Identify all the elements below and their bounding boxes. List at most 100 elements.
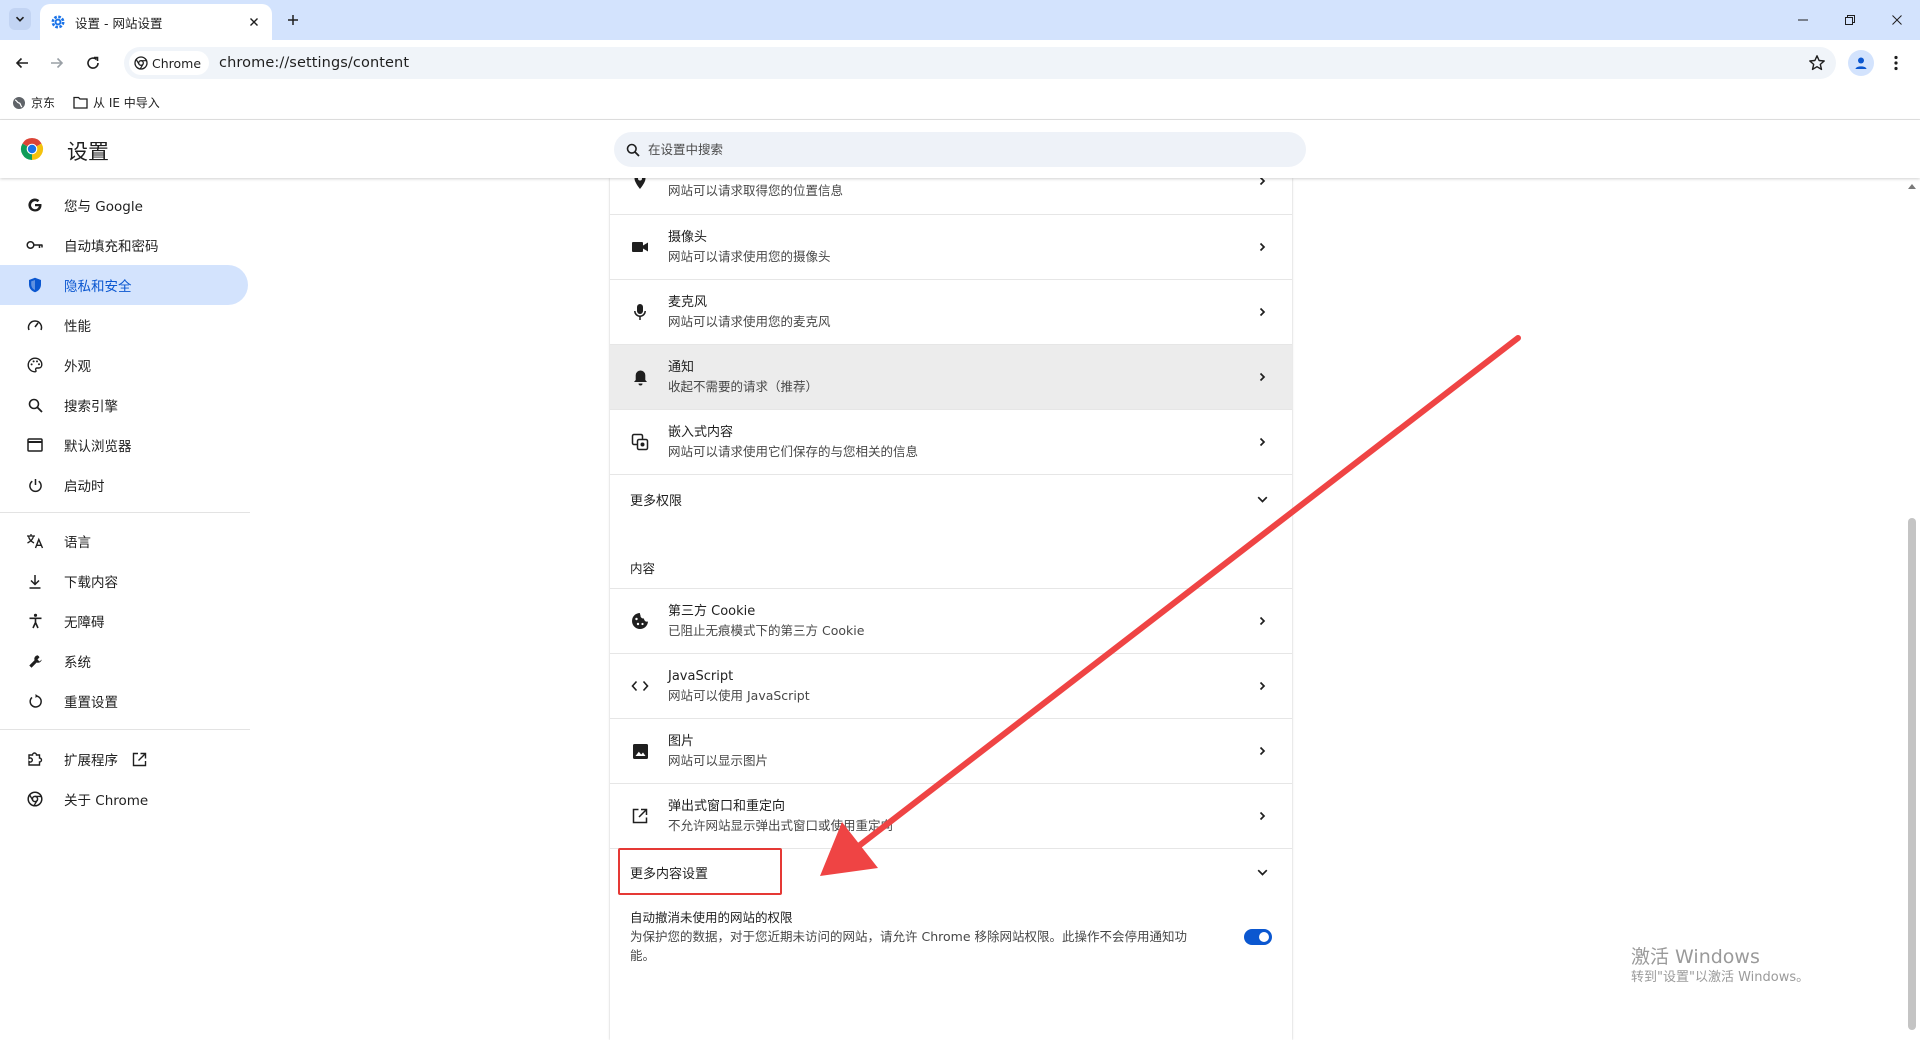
reload-button[interactable] xyxy=(81,51,105,75)
content-row-title: JavaScript xyxy=(668,669,734,684)
chrome-icon xyxy=(26,790,44,808)
content-row-desc: 已阻止无痕模式下的第三方 Cookie xyxy=(668,623,865,638)
bookmark-star-icon[interactable] xyxy=(1808,54,1826,72)
settings-search-input[interactable] xyxy=(648,142,1248,157)
sidebar-item-label: 搜索引擎 xyxy=(64,399,118,415)
permission-row-title: 嵌入式内容 xyxy=(668,425,734,440)
sidebar-item-label: 扩展程序 xyxy=(64,753,118,769)
auto-revoke-setting: 自动撤消未使用的网站的权限 为保护您的数据，对于您近期未访问的网站，请允许 Ch… xyxy=(630,908,1210,965)
more-vertical-icon xyxy=(1894,55,1898,71)
active-tab[interactable]: 设置 - 网站设置 xyxy=(40,4,272,40)
search-icon xyxy=(626,143,640,157)
close-window-button[interactable] xyxy=(1874,0,1920,40)
chevron-right-icon xyxy=(1254,239,1270,255)
content-row-title: 第三方 Cookie xyxy=(668,604,756,619)
permission-row-location[interactable]: 网站可以请求取得您的位置信息 xyxy=(610,178,1292,213)
sidebar-item-autofill[interactable]: 自动填充和密码 xyxy=(0,225,248,265)
sidebar-item-reset[interactable]: 重置设置 xyxy=(0,681,248,721)
tab-close-icon[interactable] xyxy=(246,14,262,30)
sidebar-item-label: 系统 xyxy=(64,655,91,671)
palette-icon xyxy=(26,356,44,374)
settings-search-box[interactable] xyxy=(614,132,1306,167)
auto-revoke-toggle[interactable] xyxy=(1244,929,1272,945)
camera-icon xyxy=(630,237,650,257)
content-row-popups[interactable]: 弹出式窗口和重定向 不允许网站显示弹出式窗口或使用重定向 xyxy=(610,783,1292,848)
sidebar-item-default-browser[interactable]: 默认浏览器 xyxy=(0,425,248,465)
sidebar-item-extensions[interactable]: 扩展程序 xyxy=(0,739,248,779)
tab-search-button[interactable] xyxy=(9,8,31,30)
auto-revoke-title: 自动撤消未使用的网站的权限 xyxy=(630,910,793,925)
permission-row-desc: 网站可以请求使用您的摄像头 xyxy=(668,249,831,264)
sidebar-item-about-chrome[interactable]: 关于 Chrome xyxy=(0,779,248,819)
permission-row-desc: 网站可以请求取得您的位置信息 xyxy=(668,182,844,198)
gear-icon xyxy=(50,14,66,30)
profile-avatar[interactable] xyxy=(1848,50,1874,76)
chrome-menu-button[interactable] xyxy=(1886,52,1906,74)
chevron-right-icon xyxy=(1254,613,1270,629)
sidebar-item-appearance[interactable]: 外观 xyxy=(0,345,248,385)
site-info-chip[interactable]: Chrome xyxy=(129,51,210,75)
tab-title: 设置 - 网站设置 xyxy=(75,15,163,31)
sidebar-item-label: 无障碍 xyxy=(64,615,105,631)
sidebar-item-on-startup[interactable]: 启动时 xyxy=(0,465,248,505)
address-bar[interactable]: Chrome chrome://settings/content xyxy=(124,47,1836,79)
shield-icon xyxy=(26,276,44,294)
page-scrollbar-thumb[interactable] xyxy=(1908,518,1916,1030)
settings-header: 设置 xyxy=(0,120,1920,178)
chevron-right-icon xyxy=(1254,743,1270,759)
image-icon xyxy=(630,741,650,761)
more-content-settings-expander[interactable]: 更多内容设置 xyxy=(610,848,1292,896)
sidebar-item-label: 性能 xyxy=(64,319,91,335)
download-icon xyxy=(26,572,44,590)
bookmark-ie-import[interactable]: 从 IE 中导入 xyxy=(73,94,160,111)
google-icon xyxy=(26,196,44,214)
restore-button[interactable] xyxy=(1827,0,1873,40)
scroll-up-arrow-icon[interactable] xyxy=(1907,182,1917,190)
back-button[interactable] xyxy=(10,51,34,75)
more-permissions-label: 更多权限 xyxy=(630,494,683,509)
popup-icon xyxy=(630,806,650,826)
content-row-images[interactable]: 图片 网站可以显示图片 xyxy=(610,718,1292,783)
sidebar-item-downloads[interactable]: 下载内容 xyxy=(0,561,248,601)
sidebar-item-label: 默认浏览器 xyxy=(64,439,132,455)
location-pin-icon xyxy=(630,178,650,191)
minimize-button[interactable] xyxy=(1780,0,1826,40)
chevron-down-icon xyxy=(1254,492,1270,508)
chrome-logo-icon xyxy=(20,138,44,160)
bookmark-jd[interactable]: 京东 xyxy=(12,94,55,111)
chevron-right-icon xyxy=(1254,304,1270,320)
page-title: 设置 xyxy=(67,140,109,164)
permission-row-camera[interactable]: 摄像头 网站可以请求使用您的摄像头 xyxy=(610,214,1292,279)
url-text[interactable]: chrome://settings/content xyxy=(219,55,409,71)
folder-icon xyxy=(73,96,88,109)
sidebar-item-privacy[interactable]: 隐私和安全 xyxy=(0,265,248,305)
sidebar-item-label: 下载内容 xyxy=(64,575,118,591)
content-row-title: 弹出式窗口和重定向 xyxy=(668,799,786,814)
sidebar-item-label: 语言 xyxy=(64,535,91,551)
content-row-third-party-cookies[interactable]: 第三方 Cookie 已阻止无痕模式下的第三方 Cookie xyxy=(610,588,1292,653)
content-row-javascript[interactable]: JavaScript 网站可以使用 JavaScript xyxy=(610,653,1292,718)
sidebar-item-label: 隐私和安全 xyxy=(64,279,132,295)
forward-button[interactable] xyxy=(45,51,69,75)
chevron-down-icon xyxy=(1254,865,1270,881)
cookie-icon xyxy=(630,611,650,631)
reset-icon xyxy=(26,692,44,710)
sidebar-item-search-engine[interactable]: 搜索引擎 xyxy=(0,385,248,425)
sidebar-item-system[interactable]: 系统 xyxy=(0,641,248,681)
permission-row-embedded-content[interactable]: 嵌入式内容 网站可以请求使用它们保存的与您相关的信息 xyxy=(610,409,1292,474)
sidebar-item-languages[interactable]: 语言 xyxy=(0,521,248,561)
site-settings-card: 网站可以请求取得您的位置信息 摄像头 网站可以请求使用您的摄像头 麦克风 网站可… xyxy=(610,178,1292,1040)
permission-row-notifications[interactable]: 通知 收起不需要的请求（推荐） xyxy=(610,344,1292,409)
minimize-icon xyxy=(1798,19,1808,21)
bookmarks-bar: 京东 从 IE 中导入 xyxy=(0,86,1920,120)
permission-row-microphone[interactable]: 麦克风 网站可以请求使用您的麦克风 xyxy=(610,279,1292,344)
more-permissions-expander[interactable]: 更多权限 xyxy=(610,474,1292,524)
sidebar-item-label: 关于 Chrome xyxy=(64,793,149,809)
sidebar-item-performance[interactable]: 性能 xyxy=(0,305,248,345)
new-tab-button[interactable] xyxy=(282,9,304,31)
embedded-content-icon xyxy=(630,432,650,452)
permission-row-title: 通知 xyxy=(668,360,695,375)
sidebar-item-accessibility[interactable]: 无障碍 xyxy=(0,601,248,641)
chevron-right-icon xyxy=(1254,808,1270,824)
sidebar-item-you-and-google[interactable]: 您与 Google xyxy=(0,185,248,225)
